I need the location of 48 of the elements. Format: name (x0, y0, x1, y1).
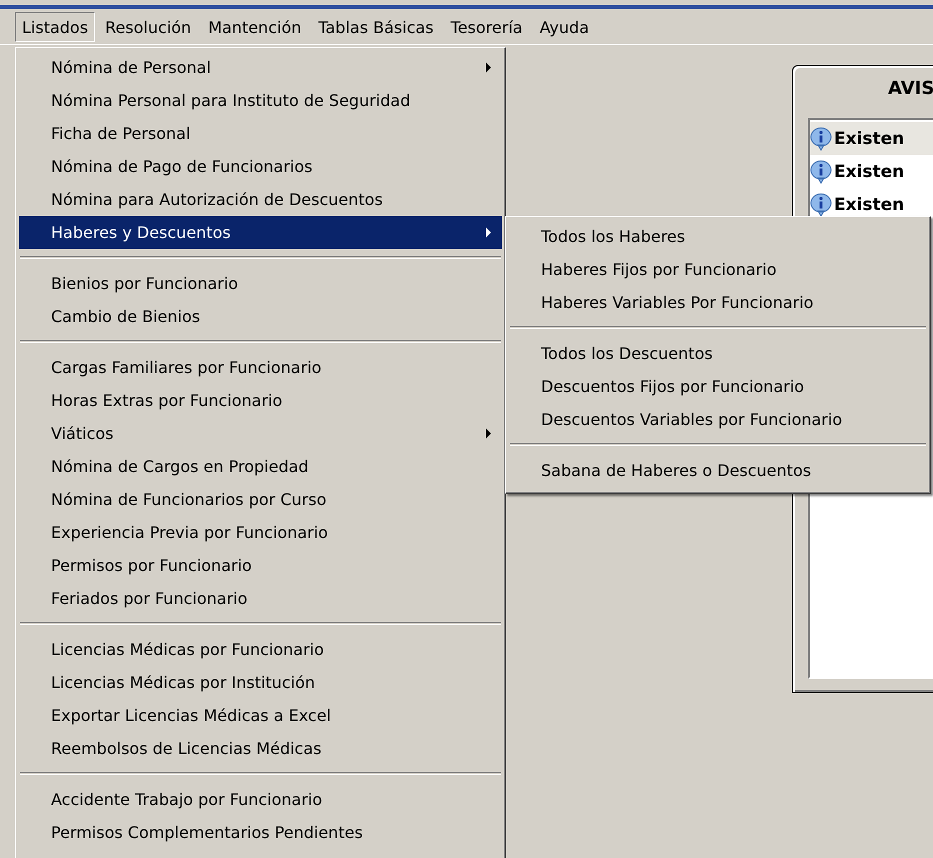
menu-item[interactable]: Bienios por Funcionario (19, 267, 502, 300)
menu-item[interactable]: Haberes Variables Por Funcionario (509, 286, 927, 319)
submenu-arrow-icon (486, 227, 492, 238)
message-row[interactable]: Existen (810, 122, 933, 155)
info-icon (810, 126, 832, 150)
menu-item[interactable]: Permisos por Funcionario (19, 549, 502, 582)
menu-item[interactable]: Haberes Fijos por Funcionario (509, 253, 927, 286)
message-text: Existen (834, 128, 904, 148)
menu-item[interactable]: Ficha de Personal (19, 117, 502, 150)
menu-item[interactable]: Descuentos Variables por Funcionario (509, 403, 927, 436)
menu-item[interactable]: Permisos Complementarios Pendientes (19, 816, 502, 849)
menu-item[interactable]: Cargas Familiares por Funcionario (19, 351, 502, 384)
info-icon (810, 160, 832, 184)
menu-item[interactable]: Descuentos Fijos por Funcionario (509, 370, 927, 403)
menu-item[interactable]: Cambio de Bienios (19, 300, 502, 333)
message-row[interactable]: Existen (810, 188, 933, 221)
menu-item[interactable]: Feriados por Funcionario (19, 582, 502, 615)
menu-item[interactable]: Nómina Personal para Instituto de Seguridad (19, 84, 502, 117)
menu-item[interactable]: Licencias Médicas por Institución (19, 666, 502, 699)
menu-item[interactable]: Exportar Licencias Médicas a Excel (19, 699, 502, 732)
menu-item[interactable]: Nómina de Cargos en Propiedad (19, 450, 502, 483)
menu-item[interactable]: Experiencia Previa por Funcionario (19, 516, 502, 549)
menu-bar-item[interactable]: Listados (15, 12, 96, 42)
menu-bar-item[interactable]: Ayuda (532, 12, 596, 42)
panel-title: AVIS (887, 78, 933, 101)
menu-item[interactable]: Nómina para Autorización de Descuentos (19, 183, 502, 216)
menu-item[interactable]: Sabana de Haberes o Descuentos (509, 454, 927, 487)
submenu-arrow-icon (486, 62, 492, 73)
menu-bar-item[interactable]: Resolución (98, 12, 198, 42)
menu-item[interactable]: Reembolsos de Licencias Médicas (19, 732, 502, 765)
menu-item[interactable]: Nómina de Personal (19, 51, 502, 84)
message-text: Existen (834, 162, 904, 182)
menu-item[interactable]: Accidente Trabajo por Funcionario (19, 783, 502, 816)
menu-item[interactable]: Nómina de Pago de Funcionarios (19, 150, 502, 183)
menu-item[interactable]: Todos los Descuentos (509, 337, 927, 370)
menu-item[interactable]: Viáticos (19, 417, 502, 450)
menu-bar-item[interactable]: Mantención (201, 12, 308, 42)
menu-bar-item[interactable]: Tablas Básicas (311, 12, 441, 42)
submenu-arrow-icon (486, 428, 492, 439)
info-icon (810, 192, 832, 216)
message-row[interactable]: Existen (810, 155, 933, 188)
menu-item[interactable]: Todos los Haberes (509, 220, 927, 253)
menu-item[interactable]: Licencias Médicas por Funcionario (19, 633, 502, 666)
menu-item[interactable]: Horas Extras por Funcionario (19, 384, 502, 417)
menu-item[interactable]: Nómina de Funcionarios por Curso (19, 483, 502, 516)
message-text: Existen (834, 194, 904, 214)
menu-item[interactable]: Haberes y Descuentos (19, 216, 502, 249)
menu-bar-item[interactable]: Tesorería (444, 12, 530, 42)
